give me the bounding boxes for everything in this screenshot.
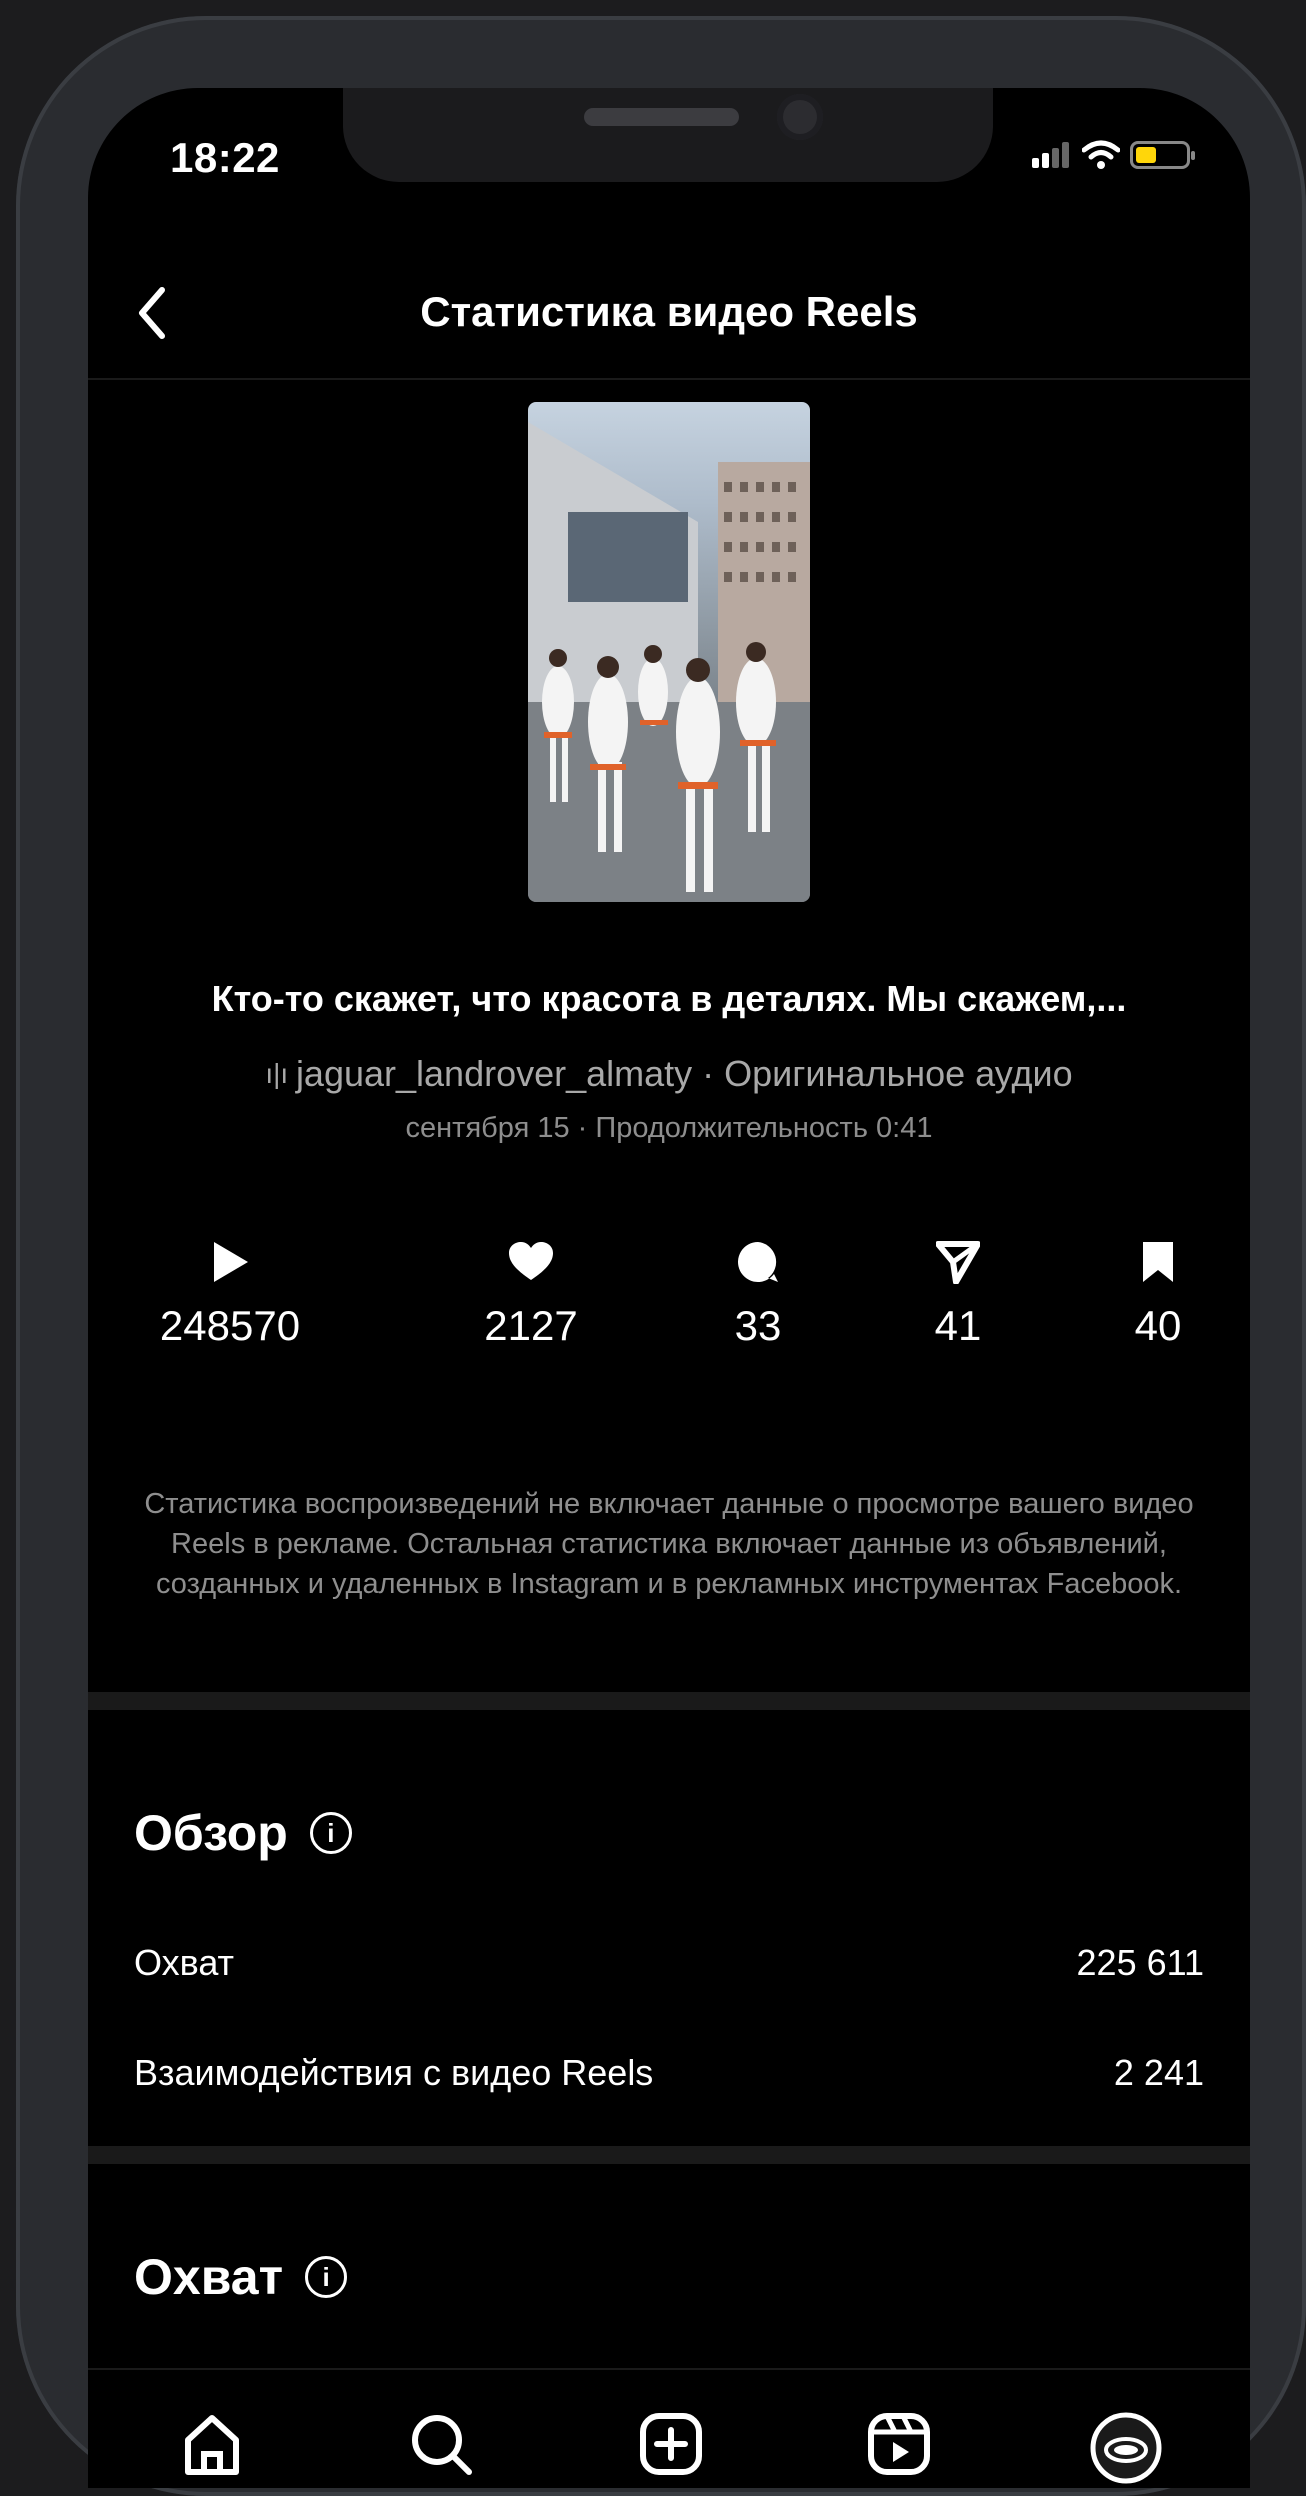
metric-shares: 41 [858,1236,1058,1350]
wifi-icon [1082,140,1120,169]
overview-row-value: 225 611 [1076,1942,1204,1983]
metric-saves: 40 [1058,1236,1250,1350]
page-title: Статистика видео Reels [420,288,918,335]
speaker [584,108,739,126]
audio-waveform-icon: ı|ı [265,1058,296,1089]
plays-disclaimer: Статистика воспроизведений не включает д… [144,1488,1194,1600]
metric-likes-value: 2127 [484,1302,578,1349]
search-icon [412,2415,472,2475]
tab-bar [88,2368,1250,2488]
metric-comments: 33 [658,1236,858,1350]
reel-audio-text: jaguar_landrover_almaty · Оригинальное а… [295,1053,1073,1094]
metric-saves-value: 40 [1134,1302,1182,1349]
play-icon [214,1242,248,1282]
reel-audio[interactable]: ı|ı jaguar_landrover_almaty · Оригинальн… [88,1053,1250,1095]
info-icon[interactable]: i [309,1812,352,1854]
metric-likes: 2127 [431,1236,631,1350]
home-icon [185,2415,239,2475]
status-icons [1032,140,1195,170]
reach-title-text: Охват [134,2249,284,2305]
metric-shares-value: 41 [934,1302,982,1349]
notch [343,88,993,182]
tab-reels[interactable] [859,2412,939,2488]
overview-title-text: Обзор [134,1805,288,1861]
overview-row-reach: Охват 225 611 [134,1942,1204,1984]
overview-title: Обзор i [134,1804,352,1862]
overview-row-label: Охват [134,1942,235,1983]
bookmark-icon [1143,1242,1173,1282]
reels-icon [868,2413,930,2475]
metric-comments-value: 33 [734,1302,782,1349]
reel-caption[interactable]: Кто-то скажет, что красота в деталях. Мы… [88,978,1250,1020]
reel-meta: сентября 15 · Продолжительность 0:41 [405,1112,933,1144]
status-time: 18:22 [170,134,280,181]
overview-row-value: 2 241 [1113,2052,1204,2093]
overview-row-interactions: Взаимодействия с видео Reels 2 241 [134,2052,1204,2094]
profile-avatar [1090,2412,1162,2484]
comment-icon [738,1242,778,1282]
reel-thumbnail[interactable] [528,402,810,902]
create-icon [640,2413,702,2475]
section-divider [88,1692,1250,1710]
tab-create[interactable] [631,2412,711,2488]
nav-header: Статистика видео Reels [88,258,1250,380]
metrics-row: 248570 2127 33 41 40 [88,1236,1250,1376]
reach-title: Охват i [134,2248,348,2306]
tab-search[interactable] [401,2412,481,2488]
tab-profile[interactable] [1086,2412,1166,2488]
info-icon[interactable]: i [305,2256,348,2298]
signal-icon [1032,142,1072,168]
screen: 18:22 Статистика видео Reels Кто-то скаж… [88,88,1250,2488]
share-icon [936,1241,980,1284]
reel-thumbnail-image [528,422,810,902]
overview-row-label: Взаимодействия с видео Reels [134,2052,654,2093]
tab-home[interactable] [172,2412,252,2488]
metric-plays: 248570 [130,1236,330,1350]
metric-plays-value: 248570 [159,1302,301,1349]
battery-icon [1130,141,1195,169]
section-divider [88,2146,1250,2164]
heart-icon [509,1242,553,1280]
front-camera [777,94,823,140]
